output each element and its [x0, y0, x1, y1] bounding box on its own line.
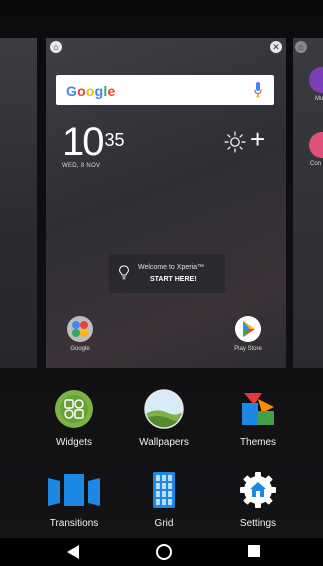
wallpapers-option[interactable]: Wallpapers — [124, 389, 204, 448]
clock-date: WED, 8 NOV — [62, 163, 101, 169]
welcome-cta: START HERE! — [150, 276, 197, 283]
transitions-option[interactable]: Transitions — [34, 470, 114, 529]
themes-label: Themes — [239, 437, 277, 448]
play-store-icon — [235, 316, 261, 342]
home-page-icon[interactable]: ⌂ — [295, 41, 307, 53]
themes-option[interactable]: Themes — [218, 389, 298, 448]
app-label: Google — [70, 346, 90, 352]
themes-icon — [238, 389, 278, 429]
back-icon[interactable] — [66, 544, 80, 560]
add-location-plus-icon[interactable]: + — [250, 124, 265, 154]
wallpapers-label: Wallpapers — [139, 437, 189, 448]
widgets-option[interactable]: Widgets — [34, 389, 114, 448]
welcome-title: Welcome to Xperia™ — [138, 264, 205, 271]
clock-minute: 35 — [104, 130, 125, 150]
home-page-icon[interactable]: ⌂ — [50, 41, 62, 53]
mic-icon[interactable] — [254, 82, 262, 98]
google-logo: Google — [66, 83, 116, 99]
lightbulb-icon — [119, 265, 129, 280]
home-screen-customize: ⌂ ✕ Google 10 35 WED, 8 NOV + Welcome to… — [0, 0, 323, 566]
google-folder-icon — [67, 316, 93, 342]
home-page-preview-left[interactable] — [0, 38, 37, 368]
home-icon[interactable] — [155, 543, 173, 561]
app-google-folder[interactable]: Google — [50, 316, 110, 352]
grid-label: Grid — [154, 518, 174, 529]
app-label: Con — [310, 161, 322, 167]
app-label: Mu — [315, 96, 323, 102]
home-page-preview-right[interactable]: ⌂ Mu Con — [293, 38, 323, 368]
welcome-xperia-card[interactable]: Welcome to Xperia™ START HERE! — [109, 254, 225, 293]
widgets-icon — [54, 389, 94, 429]
settings-label: Settings — [239, 518, 277, 529]
google-search-bar[interactable]: Google — [56, 75, 274, 105]
settings-option[interactable]: Settings — [218, 470, 298, 529]
app-label: Play Store — [234, 346, 262, 352]
recent-apps-icon[interactable] — [248, 545, 260, 557]
weather-sun-icon[interactable] — [224, 131, 246, 153]
customization-options: Widgets Wallpapers Themes Transitions Gr… — [0, 377, 323, 537]
clock-widget[interactable]: 10 35 WED, 8 NOV — [62, 122, 125, 169]
app-play-store[interactable]: Play Store — [218, 316, 278, 352]
transitions-label: Transitions — [49, 518, 99, 529]
transitions-icon — [46, 470, 102, 510]
grid-option[interactable]: Grid — [124, 470, 204, 529]
music-app-icon — [309, 67, 323, 93]
clock-hour: 10 — [62, 120, 104, 164]
settings-gear-icon — [238, 470, 278, 510]
navigation-bar — [0, 538, 323, 566]
contacts-app-icon — [309, 132, 323, 158]
home-page-preview-main[interactable]: ⌂ ✕ Google 10 35 WED, 8 NOV + Welcome to… — [46, 38, 286, 368]
wallpapers-icon — [144, 389, 184, 429]
grid-icon — [144, 470, 184, 510]
home-page-preview-strip[interactable]: ⌂ ✕ Google 10 35 WED, 8 NOV + Welcome to… — [0, 38, 323, 368]
remove-page-close-icon[interactable]: ✕ — [270, 41, 282, 53]
widgets-label: Widgets — [55, 437, 93, 448]
